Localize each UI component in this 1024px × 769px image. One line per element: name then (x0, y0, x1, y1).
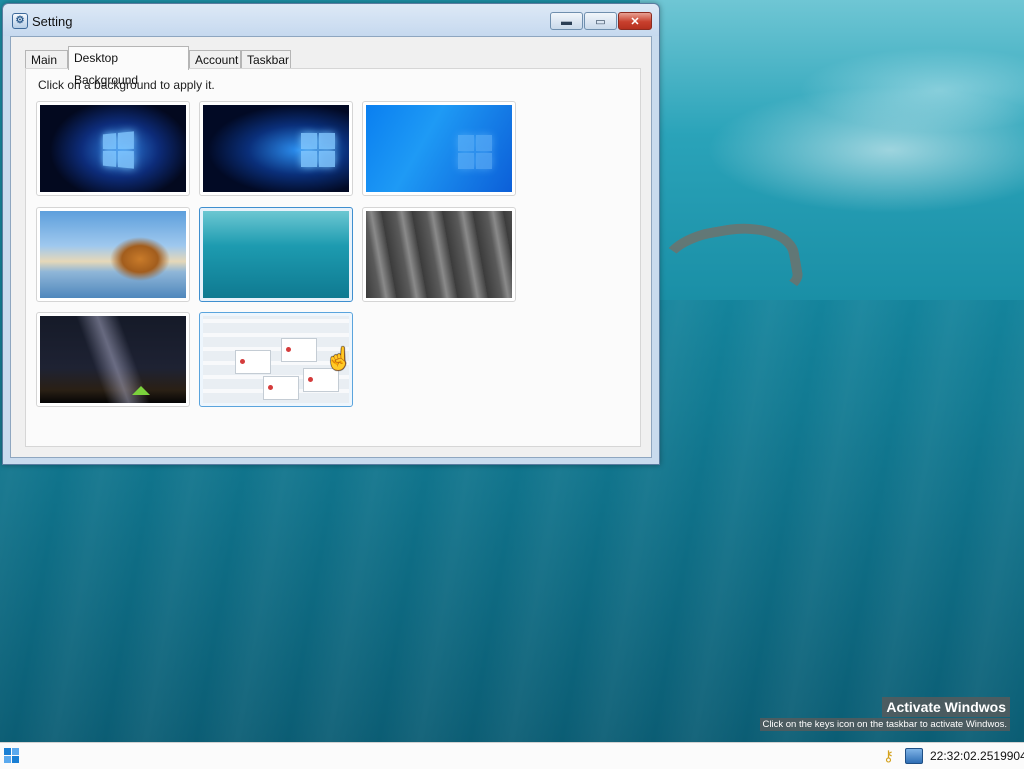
minimize-button[interactable]: ▬ (550, 12, 583, 30)
windows-start-icon[interactable] (4, 748, 19, 763)
window-title: Setting (32, 14, 73, 29)
network-icon[interactable] (905, 748, 923, 764)
background-thumbnail-beach-rocks[interactable] (36, 207, 190, 302)
background-thumbnail-ocean-underwater[interactable] (199, 207, 353, 302)
tent-shape (132, 386, 150, 395)
background-thumbnail-windows-10-dark-logo[interactable] (36, 101, 190, 196)
desktop-background-panel: Click on a background to apply it. (25, 68, 641, 447)
title-bar[interactable]: ⚙ Setting ▬ ▭ ✕ (3, 4, 659, 36)
thumbnail-image (366, 105, 512, 192)
dialog-shape (235, 350, 271, 374)
windows-logo-icon (102, 131, 134, 169)
close-button[interactable]: ✕ (618, 12, 652, 30)
thumbnail-image (366, 211, 512, 298)
activation-watermark: Activate Windwos Click on the keys icon … (759, 697, 1010, 731)
background-thumbnail-windows-10-blue[interactable] (362, 101, 516, 196)
dialog-shape (263, 376, 299, 400)
thumbnail-image (40, 105, 186, 192)
windows-logo-icon (458, 135, 492, 169)
thumbnail-image (40, 211, 186, 298)
background-thumbnail-windows-10-hero-logo[interactable] (199, 101, 353, 196)
tab-account[interactable]: Account (189, 50, 241, 69)
keys-icon[interactable]: ⚷ (883, 747, 894, 765)
settings-window: ⚙ Setting ▬ ▭ ✕ Main Desktop Background … (2, 3, 660, 465)
thumbnail-image (40, 316, 186, 403)
tab-taskbar[interactable]: Taskbar (241, 50, 291, 69)
window-client-area: Main Desktop Background Account Taskbar … (10, 36, 652, 458)
dialog-shape (303, 368, 339, 392)
settings-app-icon: ⚙ (12, 13, 28, 29)
background-thumbnail-rock-cliff[interactable] (362, 207, 516, 302)
tab-main[interactable]: Main (25, 50, 68, 69)
activation-subtitle: Click on the keys icon on the taskbar to… (759, 718, 1010, 731)
thumbnail-image (203, 211, 349, 298)
thumbnail-image (203, 105, 349, 192)
tab-desktop-background[interactable]: Desktop Background (68, 46, 189, 87)
maximize-button[interactable]: ▭ (584, 12, 617, 30)
taskbar: ⚷ 22:32:02.2519904 (0, 742, 1024, 769)
taskbar-clock: 22:32:02.2519904 (930, 749, 1024, 763)
tab-strip: Main Desktop Background Account Taskbar (18, 46, 638, 87)
background-thumbnail-milky-way-tent[interactable] (36, 312, 190, 407)
dialog-shape (281, 338, 317, 362)
windows-logo-icon (301, 133, 335, 167)
activation-title: Activate Windwos (882, 697, 1010, 717)
